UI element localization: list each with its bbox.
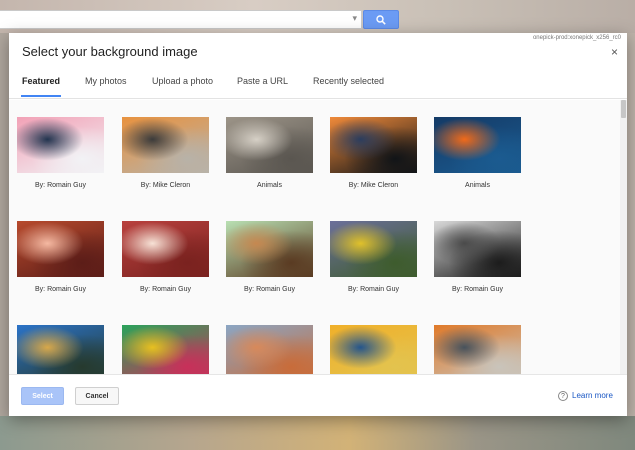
image-thumbnail[interactable] [122,117,209,173]
background-right-edge [627,33,635,450]
help-icon[interactable]: ? [558,391,568,401]
image-caption: Animals [257,182,282,189]
tab-recently-selected[interactable]: Recently selected [313,76,384,86]
image-caption: By: Romain Guy [452,286,503,293]
image-grid: By: Romain Guy By: Mike Cleron Animals By: … [9,100,627,374]
search-icon [376,14,386,25]
background-left-edge [0,33,9,450]
image-tile[interactable]: By: Mike Cleron [122,117,209,189]
image-thumbnail[interactable] [122,325,209,374]
close-icon[interactable]: × [611,46,618,58]
image-thumbnail[interactable] [226,221,313,277]
image-tile[interactable] [122,325,209,374]
image-thumbnail[interactable] [434,221,521,277]
tab-my-photos[interactable]: My photos [85,76,127,86]
image-thumbnail[interactable] [226,117,313,173]
search-input[interactable]: ▾ [0,10,362,29]
image-tile[interactable]: By: Mike Cleron [330,117,417,189]
background-bottom-edge [0,416,635,450]
image-tile[interactable]: By: Romain Guy [17,221,104,293]
image-thumbnail[interactable] [434,325,521,374]
image-tile[interactable] [17,325,104,374]
image-tile[interactable]: Animals [434,117,521,189]
image-thumbnail[interactable] [122,221,209,277]
image-thumbnail[interactable] [330,221,417,277]
dialog-title: Select your background image [22,44,198,59]
image-caption: By: Mike Cleron [140,182,191,189]
tab-featured[interactable]: Featured [22,76,60,86]
image-caption: Animals [465,182,490,189]
image-tile[interactable]: By: Romain Guy [434,221,521,293]
image-caption: By: Mike Cleron [348,182,399,189]
image-tile[interactable]: By: Romain Guy [122,221,209,293]
image-thumbnail[interactable] [330,117,417,173]
search-dropdown-icon[interactable]: ▾ [352,13,357,24]
scrollbar[interactable] [620,100,627,374]
image-caption: By: Romain Guy [348,286,399,293]
image-caption: By: Romain Guy [244,286,295,293]
image-tile[interactable] [434,325,521,374]
active-tab-indicator [21,95,61,97]
scrollbar-thumb[interactable] [621,100,626,118]
image-tile[interactable]: By: Romain Guy [330,221,417,293]
image-caption: By: Romain Guy [35,286,86,293]
image-thumbnail[interactable] [434,117,521,173]
image-thumbnail[interactable] [17,221,104,277]
image-thumbnail[interactable] [17,117,104,173]
image-tile[interactable]: By: Romain Guy [17,117,104,189]
image-tile[interactable] [330,325,417,374]
background-picker-dialog: onepick-prod:xonepick_x256_rc0 Select yo… [9,33,627,416]
cancel-button[interactable]: Cancel [75,387,119,405]
image-tile[interactable] [226,325,313,374]
image-tile[interactable]: Animals [226,117,313,189]
image-tile[interactable]: By: Romain Guy [226,221,313,293]
build-id-label: onepick-prod:xonepick_x256_rc0 [532,35,621,41]
tab-paste-url[interactable]: Paste a URL [237,76,288,86]
image-thumbnail[interactable] [330,325,417,374]
tab-bar: Featured My photos Upload a photo Paste … [9,68,627,99]
image-thumbnail[interactable] [226,325,313,374]
dialog-footer: Select Cancel ? Learn more [9,374,627,416]
image-caption: By: Romain Guy [140,286,191,293]
tab-upload-photo[interactable]: Upload a photo [152,76,213,86]
image-caption: By: Romain Guy [35,182,86,189]
search-button[interactable] [363,10,399,29]
image-thumbnail[interactable] [17,325,104,374]
select-button[interactable]: Select [21,387,64,405]
learn-more-link[interactable]: Learn more [572,391,613,400]
